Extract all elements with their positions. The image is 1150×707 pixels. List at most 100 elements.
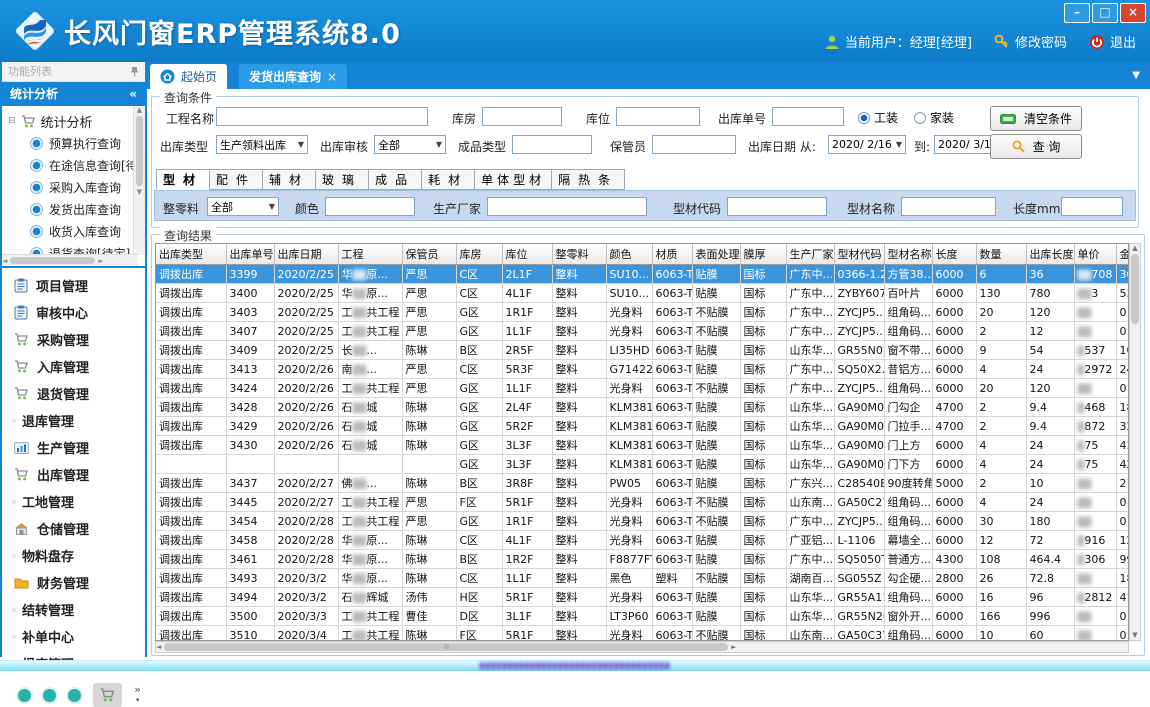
collapse-icon[interactable]: « <box>129 82 137 106</box>
column-header-16[interactable]: 数量 <box>976 244 1026 265</box>
tab-overflow-icon[interactable]: ▼ <box>1132 70 1140 81</box>
table-row[interactable]: 调拨出库34612020/2/28华██原...陈琳B区1R2F整料F8877F… <box>156 550 1129 569</box>
cart-module-button[interactable] <box>93 683 122 707</box>
table-row[interactable]: 调拨出库35102020/3/4工██共工程陈琳F区5R1F整料光身料6063-… <box>156 626 1129 642</box>
sidebar-module-0[interactable]: 项目管理 <box>2 272 145 299</box>
column-header-15[interactable]: 长度 <box>932 244 976 265</box>
column-header-5[interactable]: 库房 <box>456 244 502 265</box>
profile-name-input[interactable] <box>901 197 996 216</box>
material-tab-4[interactable]: 成品 <box>369 169 422 190</box>
material-tab-3[interactable]: 玻璃 <box>316 169 369 190</box>
material-tab-2[interactable]: 辅材 <box>263 169 316 190</box>
tree-horizontal-scrollbar[interactable]: ◄► <box>2 254 138 266</box>
column-header-14[interactable]: 型材名称 <box>884 244 932 265</box>
module-dot-icon[interactable] <box>43 689 56 702</box>
material-tab-5[interactable]: 耗材 <box>422 169 475 190</box>
minimize-button[interactable]: – <box>1064 3 1090 23</box>
order-no-input[interactable] <box>772 107 844 126</box>
column-header-7[interactable]: 整零料 <box>552 244 606 265</box>
tree-item-1[interactable]: 在途信息查询[待 <box>8 154 145 176</box>
sidebar-module-12[interactable]: 结转管理 <box>2 596 145 623</box>
column-header-19[interactable]: 金 <box>1116 244 1129 265</box>
table-row[interactable]: 调拨出库34282020/2/26石██城陈琳G区2L4F整料KLM381760… <box>156 398 1129 417</box>
sidebar-module-2[interactable]: 采购管理 <box>2 326 145 353</box>
more-modules-button[interactable]: »▾ <box>134 685 141 705</box>
color-input[interactable] <box>325 197 415 216</box>
whole-part-select[interactable]: 全部▼ <box>207 197 279 216</box>
column-header-11[interactable]: 膜厚 <box>740 244 786 265</box>
material-tab-1[interactable]: 配件 <box>210 169 263 190</box>
radio-jiazhuang[interactable]: 家装 <box>914 109 954 126</box>
tree-item-3[interactable]: 发货出库查询 <box>8 198 145 220</box>
column-header-18[interactable]: 单价 <box>1074 244 1116 265</box>
column-header-0[interactable]: 出库类型 <box>156 244 226 265</box>
sidebar-module-7[interactable]: 出库管理 <box>2 461 145 488</box>
table-row[interactable]: 调拨出库34132020/2/26南██...严思C区5R3F整料G714226… <box>156 360 1129 379</box>
sidebar-module-8[interactable]: 工地管理 <box>2 488 145 515</box>
tab-shipping-outbound-query[interactable]: 发货出库查询 × <box>239 64 347 89</box>
module-dot-icon[interactable] <box>18 689 31 702</box>
search-button[interactable]: 查 询 <box>990 134 1082 159</box>
sidebar-module-10[interactable]: 物料盘存 <box>2 542 145 569</box>
length-mm-input[interactable] <box>1061 197 1123 216</box>
product-type-input[interactable] <box>512 135 592 154</box>
profile-code-input[interactable] <box>727 197 827 216</box>
close-tab-icon[interactable]: × <box>327 70 337 84</box>
sidebar-module-3[interactable]: 入库管理 <box>2 353 145 380</box>
material-tab-7[interactable]: 隔热条 <box>552 169 625 190</box>
close-button[interactable]: × <box>1120 3 1146 23</box>
change-password-button[interactable]: 修改密码 <box>994 32 1067 51</box>
table-row[interactable]: 调拨出库34242020/2/26工██共工程严思G区1L1F整料光身料6063… <box>156 379 1129 398</box>
table-row[interactable]: 调拨出库34002020/2/25华██原...严思C区4L1F整料SU10..… <box>156 284 1129 303</box>
tree-root[interactable]: ⊟ 统计分析 <box>8 110 145 132</box>
column-header-6[interactable]: 库位 <box>502 244 552 265</box>
manufacturer-input[interactable] <box>487 197 647 216</box>
material-tab-0[interactable]: 型材 <box>156 169 210 190</box>
sidebar-module-4[interactable]: 退货管理 <box>2 380 145 407</box>
sidebar-module-11[interactable]: 财务管理 <box>2 569 145 596</box>
date-from-select[interactable]: 2020/ 2/16▼ <box>828 135 906 154</box>
tree-vertical-scrollbar[interactable]: ▲▼ <box>133 106 145 255</box>
table-row[interactable]: 调拨出库35002020/3/3工██共工程曹佳D区3L1F整料LT3P6060… <box>156 607 1129 626</box>
table-horizontal-scrollbar[interactable]: ◄᎒᎒᎒► <box>155 641 1129 653</box>
material-tab-6[interactable]: 单体型材 <box>475 169 552 190</box>
table-row[interactable]: 调拨出库34032020/2/25工██共工程严思G区1R1F整料光身料6063… <box>156 303 1129 322</box>
table-row[interactable]: G区3L3F整料KLM38176063-T5贴膜国标山东华...GA90M09.… <box>156 455 1129 474</box>
table-row[interactable]: 调拨出库34542020/2/28工██共工程严思G区1R1F整料光身料6063… <box>156 512 1129 531</box>
module-dot-icon[interactable] <box>68 689 81 702</box>
table-vertical-scrollbar[interactable]: ▲▼ <box>1129 243 1141 641</box>
column-header-2[interactable]: 出库日期 <box>274 244 338 265</box>
logout-button[interactable]: 退出 <box>1089 32 1136 51</box>
column-header-1[interactable]: 出库单号 <box>226 244 274 265</box>
location-input[interactable] <box>616 107 700 126</box>
sidebar-section-header[interactable]: 统计分析 « <box>2 82 145 106</box>
maximize-button[interactable]: □ <box>1092 3 1118 23</box>
tree-expander[interactable]: ⊟ <box>8 116 16 126</box>
table-row[interactable]: 调拨出库34092020/2/25长██...陈琳B区2R5F整料LI35HD6… <box>156 341 1129 360</box>
table-row[interactable]: 调拨出库33992020/2/25华██原...严思C区2L1F整料SU10..… <box>156 265 1129 284</box>
table-row[interactable]: 调拨出库34452020/2/27工██共工程严思F区5R1F整料光身料6063… <box>156 493 1129 512</box>
column-header-4[interactable]: 保管员 <box>402 244 456 265</box>
tree-item-4[interactable]: 收货入库查询 <box>8 220 145 242</box>
pin-icon[interactable] <box>130 66 139 77</box>
column-header-13[interactable]: 型材代码 <box>834 244 884 265</box>
sidebar-module-13[interactable]: 补单中心 <box>2 623 145 650</box>
table-row[interactable]: 调拨出库34292020/2/26石██城陈琳G区5R2F整料KLM381760… <box>156 417 1129 436</box>
table-row[interactable]: 调拨出库34582020/2/28华██原...陈琳C区4L1F整料光身料606… <box>156 531 1129 550</box>
sidebar-module-9[interactable]: 仓储管理 <box>2 515 145 542</box>
table-row[interactable]: 调拨出库34372020/2/27佛██...陈琳B区3R8F整料PW05606… <box>156 474 1129 493</box>
tab-home[interactable]: 起始页 <box>150 64 227 89</box>
column-header-3[interactable]: 工程 <box>338 244 402 265</box>
out-type-select[interactable]: 生产领料出库▼ <box>216 135 308 154</box>
table-row[interactable]: 调拨出库34942020/3/2石██辉城汤伟H区5R1F整料光身料6063-T… <box>156 588 1129 607</box>
column-header-10[interactable]: 表面处理 <box>692 244 740 265</box>
project-input[interactable] <box>216 107 428 126</box>
warehouse-input[interactable] <box>482 107 562 126</box>
keeper-input[interactable] <box>652 135 736 154</box>
table-row[interactable]: 调拨出库34072020/2/25工██共工程严思G区1L1F整料光身料6063… <box>156 322 1129 341</box>
column-header-12[interactable]: 生产厂家 <box>786 244 834 265</box>
clear-conditions-button[interactable]: 清空条件 <box>990 106 1082 131</box>
tree-item-0[interactable]: 预算执行查询 <box>8 132 145 154</box>
table-row[interactable]: 调拨出库34302020/2/26石██城陈琳G区3L3F整料KLM381760… <box>156 436 1129 455</box>
sidebar-module-1[interactable]: 审核中心 <box>2 299 145 326</box>
